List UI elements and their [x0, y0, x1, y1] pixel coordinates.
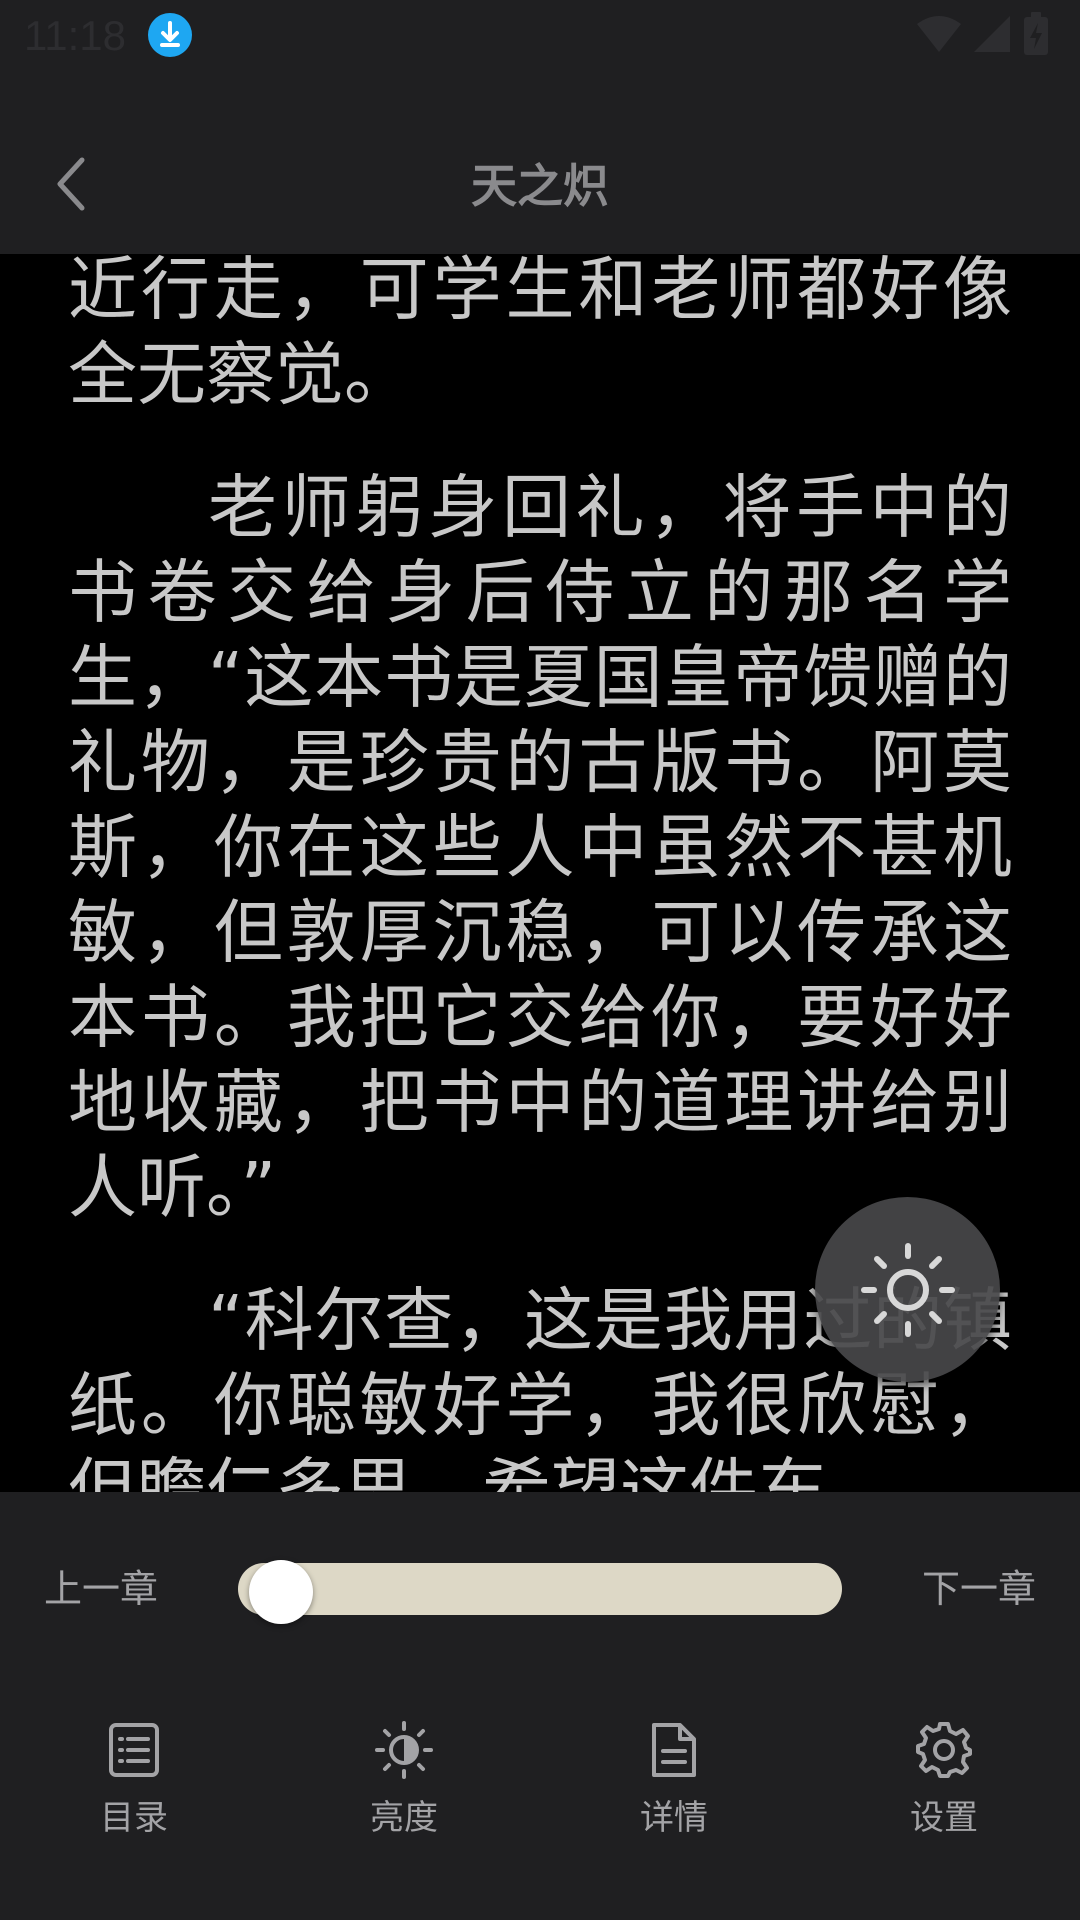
brightness-icon: [374, 1720, 434, 1780]
book-title: 天之炽: [471, 159, 609, 213]
nav-item-catalog[interactable]: 目录: [34, 1692, 234, 1872]
gear-icon: [914, 1720, 974, 1780]
bottom-panel: 上一章 下一章 目录 亮度 详情 设置: [0, 1492, 1080, 1920]
chapter-progress-row: 上一章 下一章: [0, 1492, 1080, 1692]
bottom-nav: 目录 亮度 详情 设置: [0, 1692, 1080, 1920]
status-icons: [916, 12, 1050, 56]
nav-label: 设置: [910, 1798, 978, 1838]
nav-label: 目录: [100, 1798, 168, 1838]
document-icon: [644, 1720, 704, 1780]
status-time: 11:18: [24, 12, 126, 59]
battery-charging-icon: [1024, 12, 1048, 55]
download-icon: [148, 13, 192, 57]
nav-label: 详情: [640, 1798, 708, 1838]
night-mode-fab[interactable]: [815, 1197, 1000, 1382]
nav-item-settings[interactable]: 设置: [844, 1692, 1044, 1872]
list-icon: [104, 1720, 164, 1780]
nav-item-brightness[interactable]: 亮度: [304, 1692, 504, 1872]
signal-icon: [974, 16, 1010, 52]
paragraph: 近行走，可学生和老师都好像全无察觉。: [68, 254, 1012, 415]
paragraph: 老师躬身回礼，将手中的书卷交给身后侍立的那名学生，“这本书是夏国皇帝馈赠的礼物，…: [68, 468, 1012, 1228]
next-chapter-button[interactable]: 下一章: [922, 1564, 1036, 1614]
nav-label: 亮度: [370, 1798, 438, 1838]
chapter-progress-slider[interactable]: [238, 1563, 842, 1615]
wifi-icon: [917, 16, 961, 52]
status-bar: 11:18: [0, 0, 1080, 72]
app-bar: 天之炽: [0, 72, 1080, 254]
reader-screen: 11:18 天之炽 近行走，可学生和老师都好像全无察觉。 老师躬身回礼，将手中的…: [0, 0, 1080, 1920]
prev-chapter-button[interactable]: 上一章: [44, 1564, 158, 1614]
sun-icon: [860, 1242, 955, 1337]
nav-item-details[interactable]: 详情: [574, 1692, 774, 1872]
slider-thumb[interactable]: [248, 1560, 313, 1624]
